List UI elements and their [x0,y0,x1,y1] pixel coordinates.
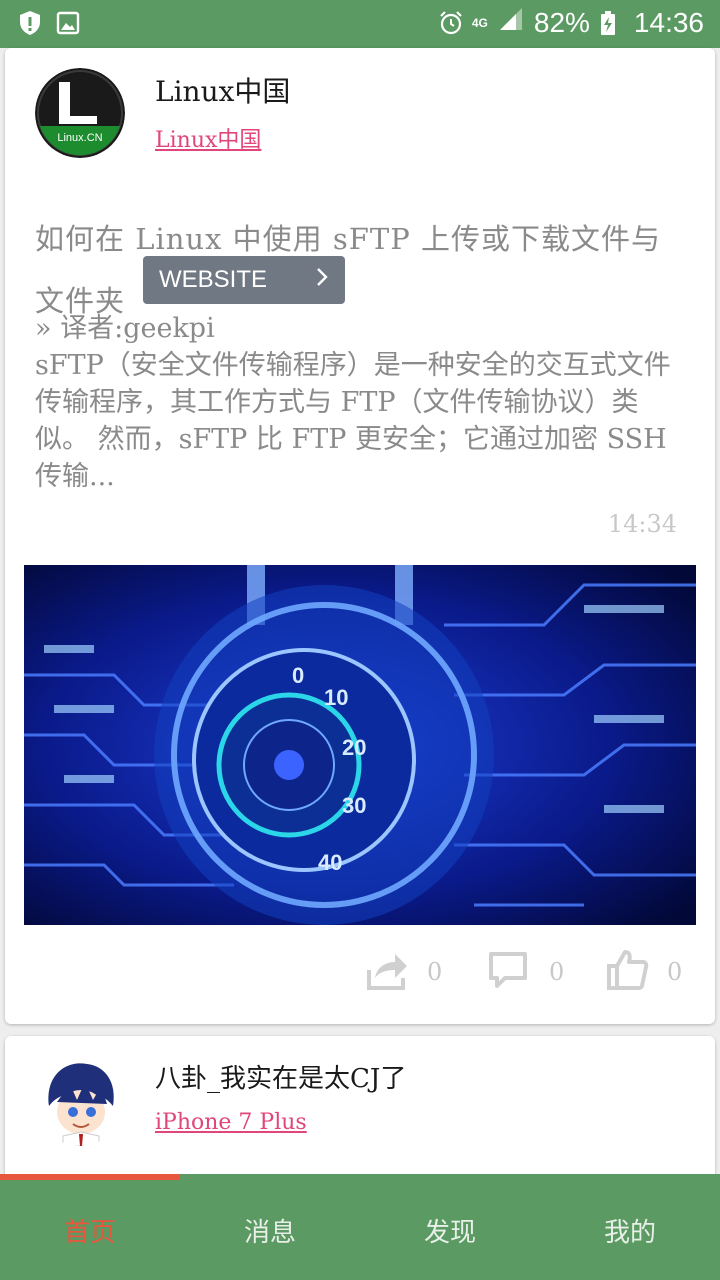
author-name[interactable]: 八卦_我实在是太CJ了 [155,1058,406,1095]
post-card[interactable]: Linux.CN Linux中国 Linux中国 如何在 Linux 中使用 s… [5,48,715,1024]
clock: 14:36 [633,6,704,38]
website-button[interactable]: WEBSITE [143,256,345,304]
dial-number: 0 [292,663,304,688]
nav-me[interactable]: 我的 [540,1180,720,1280]
alarm-icon [438,10,462,36]
bottom-nav: 首页 消息 发现 我的 [0,1174,720,1280]
status-bar: 4G 82% 14:36 [0,0,720,48]
thumbs-up-icon [605,948,649,996]
battery-percent: 82% [533,6,590,38]
nav-home[interactable]: 首页 [0,1180,180,1280]
share-count: 0 [427,958,443,986]
chevron-right-icon [315,266,329,295]
like-action[interactable]: 0 [605,948,682,996]
dial-number: 20 [342,735,366,760]
post-actions: 0 0 0 [5,948,715,1004]
avatar[interactable]: Linux.CN [35,68,125,158]
source-link[interactable]: Linux中国 [155,122,261,154]
dial-number: 30 [342,793,366,818]
comment-action[interactable]: 0 [487,948,564,996]
comment-count: 0 [549,958,565,986]
dial-number: 10 [324,685,348,710]
charging-icon [600,10,624,36]
website-label: WEBSITE [159,266,268,293]
author-name[interactable]: Linux中国 [155,70,290,110]
nav-messages[interactable]: 消息 [180,1180,360,1280]
network-type: 4G [471,15,488,30]
share-icon [365,948,409,996]
share-action[interactable]: 0 [365,948,442,996]
comment-icon [487,948,531,996]
post-card[interactable]: 八卦_我实在是太CJ了 iPhone 7 Plus [5,1036,715,1186]
shield-icon [18,10,42,36]
signal-icon [498,6,524,39]
source-link[interactable]: iPhone 7 Plus [155,1110,307,1135]
avatar[interactable] [35,1056,125,1146]
post-time: 14:34 [607,510,677,538]
dial-number: 40 [318,850,342,875]
like-count: 0 [667,958,683,986]
post-image[interactable]: 0 10 20 30 40 [24,565,696,925]
nav-discover[interactable]: 发现 [360,1180,540,1280]
image-icon [56,10,80,36]
avatar-label: Linux.CN [57,132,102,144]
post-body: » 译者:geekpi sFTP（安全文件传输程序）是一种安全的交互式文件传输程… [35,313,671,492]
